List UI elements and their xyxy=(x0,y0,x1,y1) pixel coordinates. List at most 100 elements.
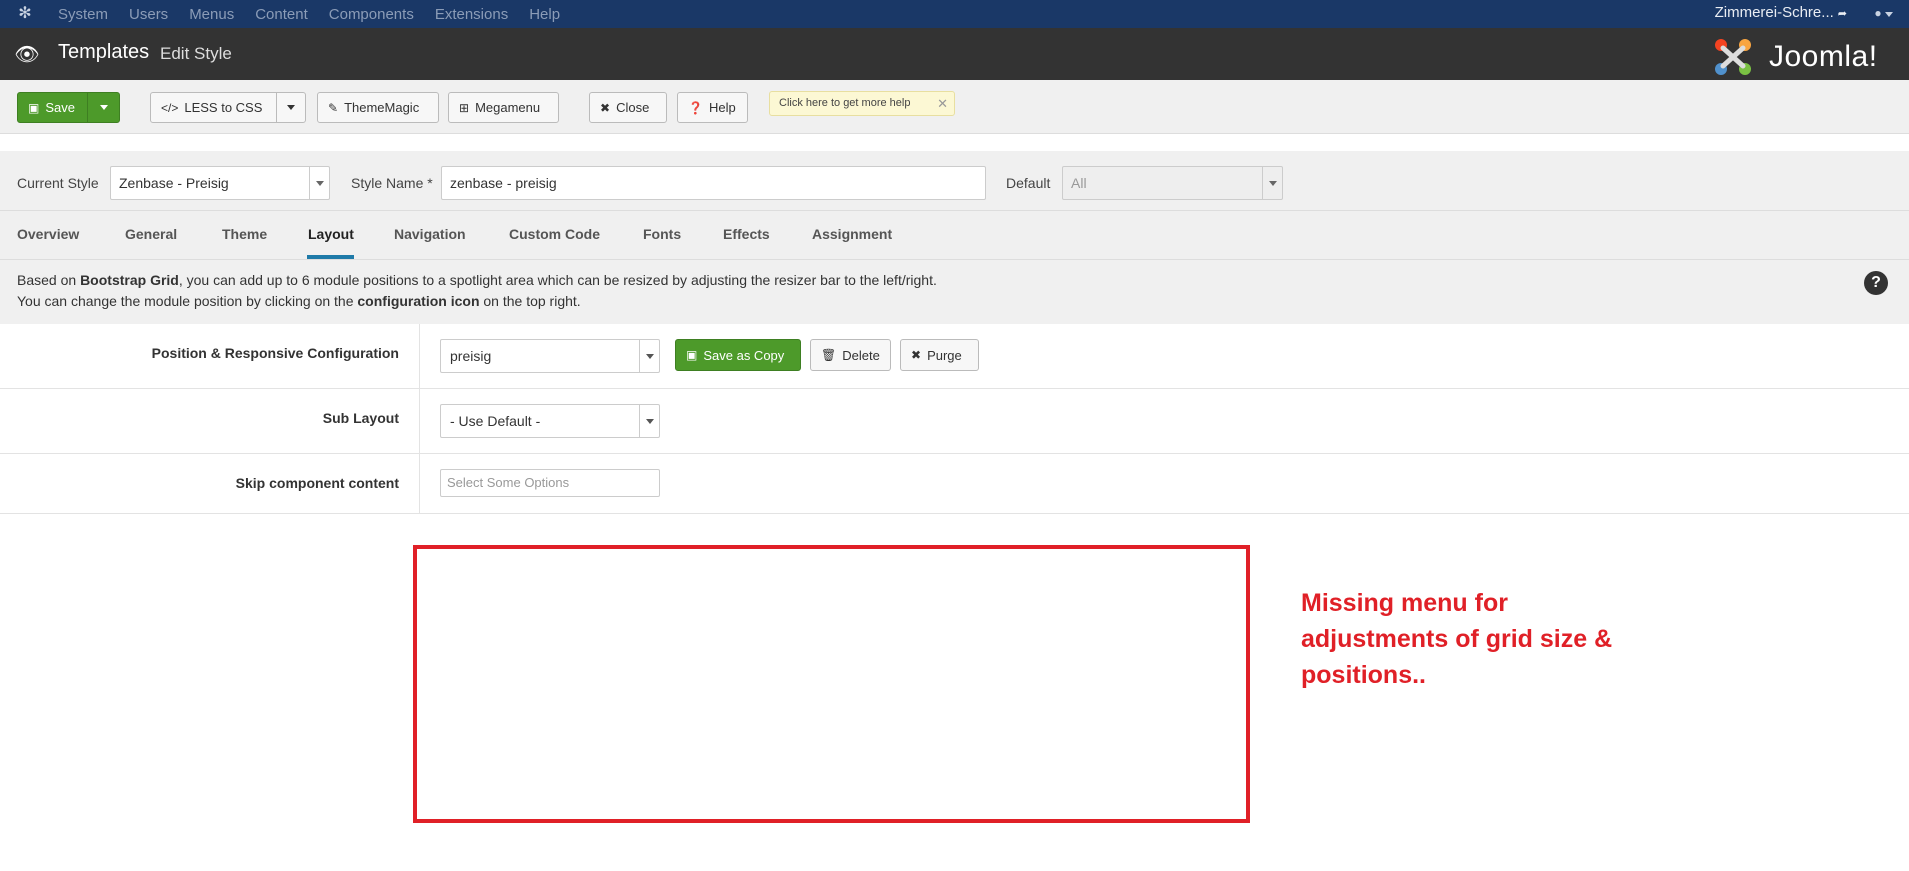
menu-components[interactable]: Components xyxy=(329,6,414,23)
info-bold: configuration icon xyxy=(357,293,480,309)
external-link-icon: ➦ xyxy=(1837,8,1847,20)
save-icon: ▣ xyxy=(28,100,40,115)
info-bold: Bootstrap Grid xyxy=(80,272,179,288)
page-title: Templates xyxy=(58,41,150,63)
joomla-wordmark: Joomla! xyxy=(1769,40,1878,73)
megamenu-label: Megamenu xyxy=(475,100,541,115)
help-tip[interactable]: Click here to get more help ✕ xyxy=(769,91,955,116)
question-icon: ❓ xyxy=(688,100,703,115)
sublayout-label: Sub Layout xyxy=(322,410,399,426)
default-value: All xyxy=(1071,175,1087,191)
active-tab-indicator xyxy=(307,255,354,259)
skip-options-multiselect[interactable]: Select Some Options xyxy=(440,469,660,497)
user-menu[interactable]: ● xyxy=(1874,0,1893,28)
megamenu-button[interactable]: ⊞ Megamenu xyxy=(448,92,559,123)
admin-menu: System Users Menus Content Components Ex… xyxy=(58,0,581,28)
tab-general[interactable]: General xyxy=(125,226,177,242)
menu-users[interactable]: Users xyxy=(129,6,168,23)
style-name-value: zenbase - preisig xyxy=(450,175,557,191)
tab-effects[interactable]: Effects xyxy=(723,226,770,242)
menu-extensions[interactable]: Extensions xyxy=(435,6,508,23)
position-select[interactable]: preisig xyxy=(440,339,660,373)
default-label: Default xyxy=(1006,175,1051,191)
help-tip-text: Click here to get more help xyxy=(779,97,911,109)
current-style-value: Zenbase - Preisig xyxy=(119,175,229,191)
less-to-css-button[interactable]: </> LESS to CSS xyxy=(150,92,306,123)
chevron-down-icon xyxy=(639,405,659,437)
tab-fonts[interactable]: Fonts xyxy=(643,226,681,242)
skip-row: Skip component content xyxy=(0,454,1909,514)
code-icon: </> xyxy=(161,100,179,115)
chevron-down-icon xyxy=(287,105,295,110)
joomla-mini-icon[interactable]: ✻ xyxy=(14,4,36,24)
user-icon: ● xyxy=(1874,6,1882,20)
layout-info: Based on Bootstrap Grid, you can add up … xyxy=(0,260,1909,324)
sublayout-value: - Use Default - xyxy=(450,413,541,429)
save-icon: ▣ xyxy=(686,348,698,362)
help-circle-icon[interactable]: ? xyxy=(1864,271,1888,295)
info-text: You can change the module position by cl… xyxy=(17,293,358,309)
default-select: All xyxy=(1062,166,1283,200)
less-dropdown-toggle[interactable] xyxy=(276,93,305,122)
tab-custom-code[interactable]: Custom Code xyxy=(509,226,600,242)
chevron-down-icon xyxy=(1885,12,1893,17)
save-as-copy-label: Save as Copy xyxy=(703,347,785,363)
position-label: Position & Responsive Configuration xyxy=(151,345,399,361)
save-as-copy-button[interactable]: ▣ Save as Copy xyxy=(675,339,801,371)
eye-icon: 👁 xyxy=(14,44,40,66)
tab-assignment[interactable]: Assignment xyxy=(812,226,892,242)
help-label: Help xyxy=(708,100,736,115)
menu-help[interactable]: Help xyxy=(529,6,560,23)
style-name-label: Style Name * xyxy=(351,175,433,191)
magic-wand-icon: ✎ xyxy=(328,100,339,115)
tab-navigation[interactable]: Navigation xyxy=(394,226,466,242)
site-name: Zimmerei-Schre... xyxy=(1714,4,1834,21)
sublayout-select[interactable]: - Use Default - xyxy=(440,404,660,438)
annotation-text: Missing menu for adjustments of grid siz… xyxy=(1301,589,1613,689)
sitemap-icon: ⊞ xyxy=(459,100,470,115)
save-button[interactable]: ▣ Save xyxy=(17,92,120,123)
info-text: , you can add up to 6 module positions t… xyxy=(178,272,937,288)
close-icon: ✖ xyxy=(911,348,922,362)
less-to-css-label: LESS to CSS xyxy=(184,100,263,115)
site-link[interactable]: Zimmerei-Schre... ➦ xyxy=(1715,0,1847,28)
chevron-down-icon xyxy=(99,105,108,110)
info-line-1: Based on Bootstrap Grid, you can add up … xyxy=(17,272,937,288)
close-button[interactable]: ✖ Close xyxy=(589,92,667,123)
current-style-select[interactable]: Zenbase - Preisig xyxy=(110,166,330,200)
trash-icon: 🗑 xyxy=(821,348,837,362)
sublayout-row: Sub Layout xyxy=(0,389,1909,454)
menu-content[interactable]: Content xyxy=(255,6,308,23)
chevron-down-icon xyxy=(1262,167,1282,199)
skip-placeholder: Select Some Options xyxy=(447,475,570,490)
menu-menus[interactable]: Menus xyxy=(189,6,234,23)
column-divider xyxy=(419,324,420,513)
save-dropdown-toggle[interactable] xyxy=(87,93,119,122)
tab-theme[interactable]: Theme xyxy=(222,226,267,242)
page-subtitle: Edit Style xyxy=(160,44,232,63)
joomla-logo-icon xyxy=(1715,39,1751,75)
delete-button[interactable]: 🗑 Delete xyxy=(810,339,891,371)
thememagic-button[interactable]: ✎ ThemeMagic xyxy=(317,92,439,123)
close-label: Close xyxy=(616,100,650,115)
info-text: Based on xyxy=(17,272,81,288)
menu-system[interactable]: System xyxy=(58,6,108,23)
chevron-down-icon xyxy=(639,340,659,372)
close-tip-icon[interactable]: ✕ xyxy=(937,92,948,115)
thememagic-label: ThemeMagic xyxy=(344,100,420,115)
help-button[interactable]: ❓ Help xyxy=(677,92,748,123)
delete-label: Delete xyxy=(842,347,880,363)
position-value: preisig xyxy=(450,348,492,364)
joomla-logo: Joomla! xyxy=(1711,36,1897,78)
style-name-input[interactable]: zenbase - preisig xyxy=(441,166,986,200)
purge-button[interactable]: ✖ Purge xyxy=(900,339,979,371)
purge-label: Purge xyxy=(927,347,962,363)
tab-overview[interactable]: Overview xyxy=(17,226,79,242)
info-line-2: You can change the module position by cl… xyxy=(17,293,581,309)
top-navbar: ✻ System Users Menus Content Components … xyxy=(0,0,1909,28)
skip-label: Skip component content xyxy=(235,475,399,491)
close-icon: ✖ xyxy=(600,100,611,115)
tab-layout[interactable]: Layout xyxy=(308,226,354,242)
current-style-label: Current Style xyxy=(17,175,99,191)
save-label: Save xyxy=(45,100,75,115)
